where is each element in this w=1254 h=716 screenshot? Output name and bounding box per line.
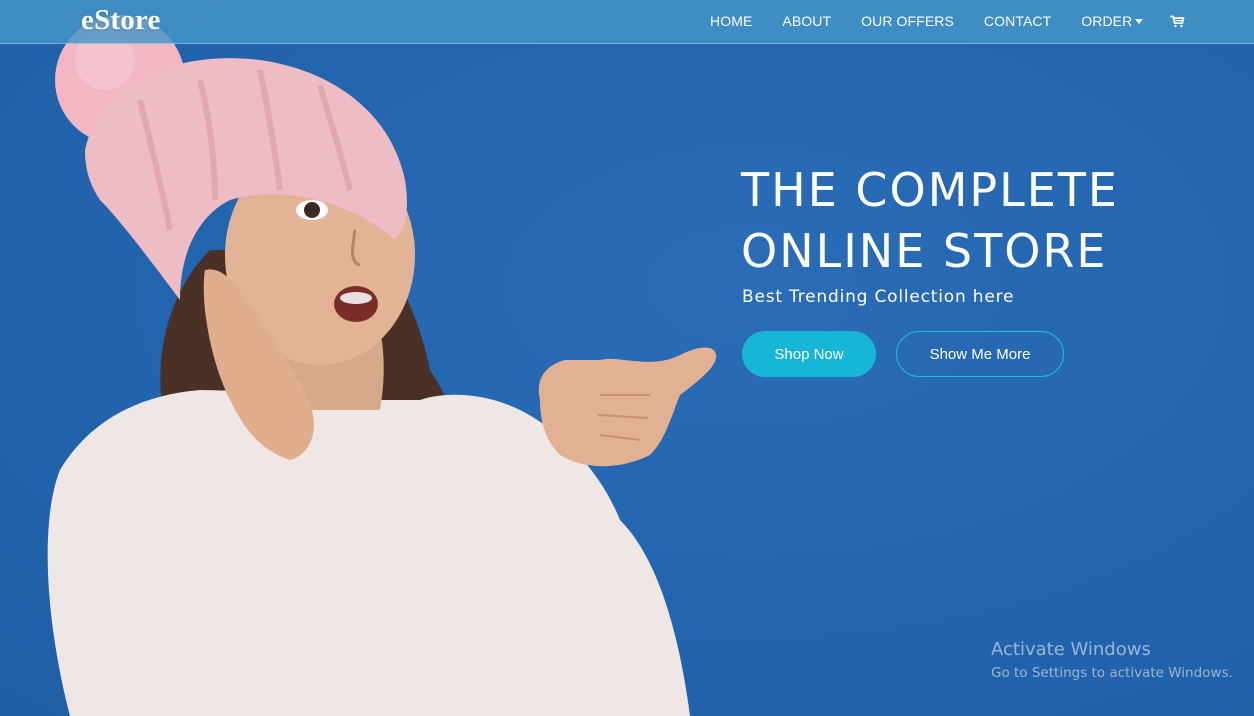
watermark-title: Activate Windows <box>991 639 1151 660</box>
cart-button[interactable] <box>1158 0 1197 43</box>
hero-headline-line-1: THE COMPLETE <box>741 163 1119 217</box>
hero-headline: THE COMPLETE ONLINE STORE <box>741 160 1119 282</box>
hero-model-image <box>47 15 717 716</box>
navbar: eStore HOME ABOUT OUR OFFERS CONTACT ORD… <box>0 0 1254 44</box>
nav-item-our-offers[interactable]: OUR OFFERS <box>846 0 969 43</box>
nav-item-order-label: ORDER <box>1081 13 1133 29</box>
watermark-subtitle: Go to Settings to activate Windows. <box>991 665 1233 681</box>
hero-headline-line-2: ONLINE STORE <box>741 224 1108 278</box>
shopping-cart-icon <box>1170 15 1185 28</box>
nav-item-about[interactable]: ABOUT <box>767 0 846 43</box>
nav-item-home[interactable]: HOME <box>695 0 767 43</box>
nav-item-order[interactable]: ORDER <box>1066 0 1158 43</box>
activate-windows-watermark: Activate Windows Go to Settings to activ… <box>991 639 1233 683</box>
caret-down-icon <box>1135 19 1144 24</box>
nav-item-contact[interactable]: CONTACT <box>969 0 1066 43</box>
nav-menu: HOME ABOUT OUR OFFERS CONTACT ORDER <box>695 0 1197 43</box>
hand-pointing <box>538 347 717 467</box>
show-me-more-button[interactable]: Show Me More <box>896 331 1064 377</box>
shop-now-button[interactable]: Shop Now <box>742 331 876 377</box>
brand-logo[interactable]: eStore <box>81 4 161 37</box>
hero-subline: Best Trending Collection here <box>742 287 1015 307</box>
